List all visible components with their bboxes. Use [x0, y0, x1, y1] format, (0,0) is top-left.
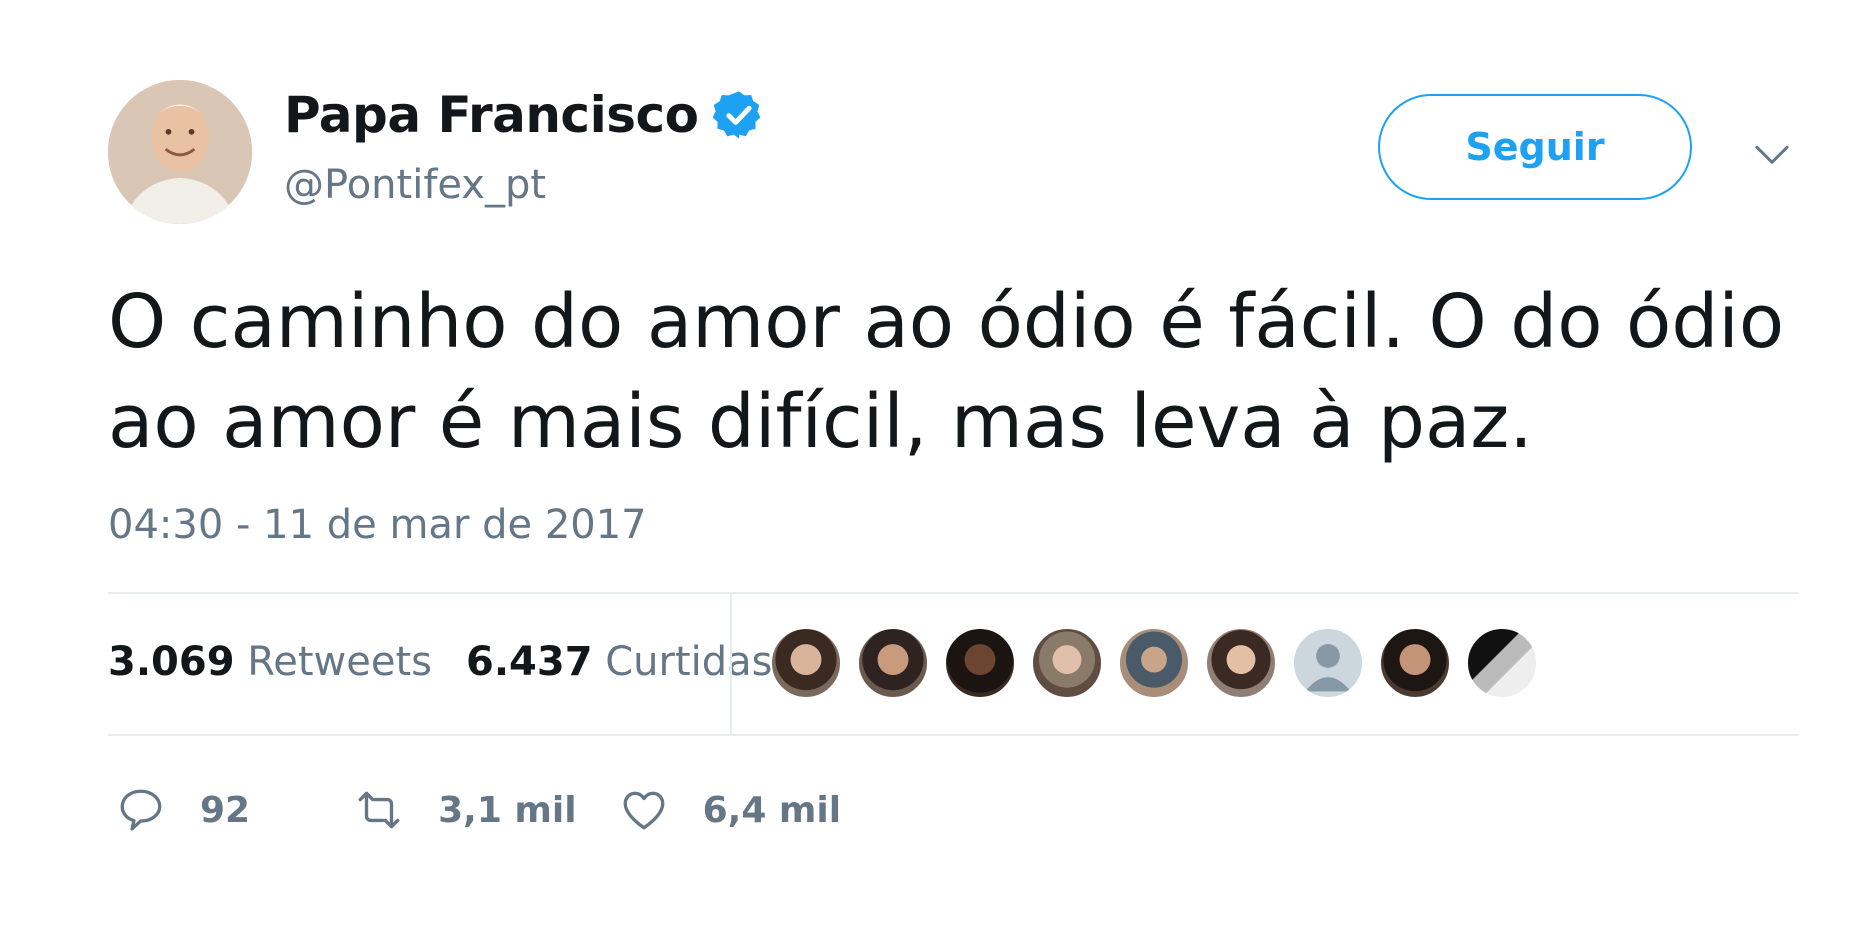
author-avatar[interactable]	[108, 80, 252, 224]
liked-by-avatars	[770, 627, 1553, 699]
stats-separator	[730, 594, 732, 734]
author-display-name[interactable]: Papa Francisco	[284, 86, 699, 144]
likes-count: 6.437	[466, 639, 593, 685]
like-count: 6,4 mil	[702, 789, 842, 831]
liker-avatar[interactable]	[857, 627, 929, 699]
retweet-button[interactable]: 3,1 mil	[354, 785, 577, 835]
retweets-stat[interactable]: 3.069 Retweets	[108, 639, 432, 685]
retweets-count: 3.069	[108, 639, 235, 685]
tweet-actions: 92 3,1 mil 6,4 mil	[108, 780, 841, 840]
divider-bottom	[108, 734, 1798, 736]
heart-icon	[623, 791, 665, 830]
liker-avatar[interactable]	[770, 627, 842, 699]
likes-label: Curtidas	[605, 639, 773, 685]
liker-avatar[interactable]	[1466, 627, 1538, 699]
tweet-timestamp[interactable]: 04:30 - 11 de mar de 2017	[108, 502, 647, 548]
avatar-photo	[108, 80, 252, 224]
reply-count: 92	[200, 789, 251, 831]
reply-icon	[120, 789, 162, 831]
liker-avatar[interactable]	[944, 627, 1016, 699]
tweet-text: O caminho do amor ao ódio é fácil. O do …	[108, 279, 1785, 465]
chevron-down-icon[interactable]	[1752, 134, 1792, 174]
liker-avatar-default[interactable]	[1292, 627, 1364, 699]
reply-button[interactable]: 92	[116, 785, 250, 835]
liker-avatar[interactable]	[1118, 627, 1190, 699]
author-name-row[interactable]: Papa Francisco	[284, 86, 766, 144]
verified-badge-icon	[713, 91, 761, 139]
author-handle[interactable]: @Pontifex_pt	[284, 162, 546, 208]
retweets-label: Retweets	[247, 639, 432, 685]
tweet-stats: 3.069 Retweets 6.437 Curtidas	[108, 592, 807, 732]
liker-avatar[interactable]	[1031, 627, 1103, 699]
like-button[interactable]: 6,4 mil	[619, 785, 842, 835]
liker-avatar[interactable]	[1205, 627, 1277, 699]
liker-avatar[interactable]	[1379, 627, 1451, 699]
follow-button[interactable]: Seguir	[1378, 94, 1692, 200]
default-user-icon	[1305, 644, 1351, 692]
retweet-icon	[358, 791, 400, 829]
likes-stat[interactable]: 6.437 Curtidas	[466, 639, 773, 685]
retweet-count: 3,1 mil	[438, 789, 577, 831]
